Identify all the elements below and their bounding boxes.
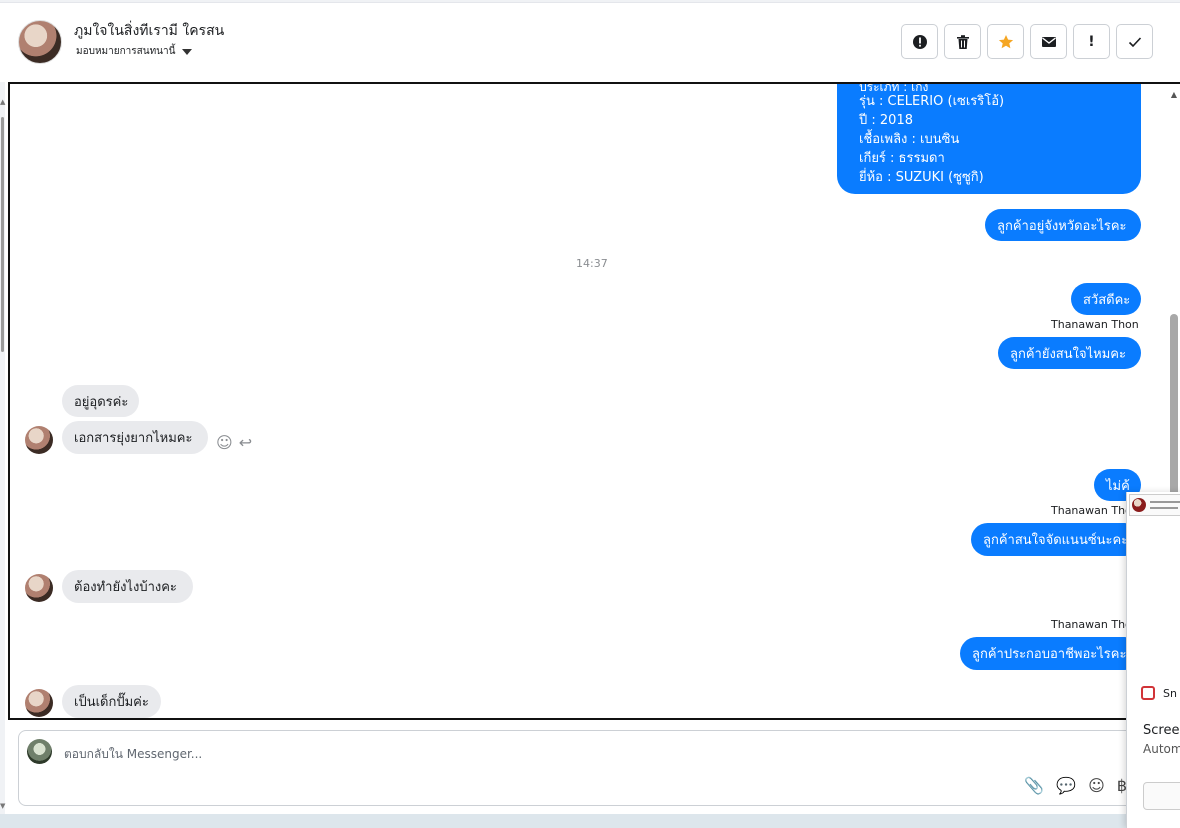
chevron-down-icon [182, 48, 193, 55]
message-actions: ☺ ↩ [216, 433, 252, 452]
outgoing-message: สวัสดีคะ [1071, 283, 1141, 315]
snipping-tool-notification[interactable]: Sn Screer Autom [1126, 492, 1180, 828]
emoji-react-icon[interactable]: ☺ [216, 433, 233, 452]
follow-up-button[interactable]: ! [1073, 24, 1110, 59]
contact-name: ภูมใจในสิ่งทีเรามี ใครสน [74, 23, 225, 39]
car-details-message: ประเภท : เก๋ง รุ่น : CELERIO (เซเรริโอ้)… [837, 82, 1141, 194]
car-details-line: เชื้อเพลิง : เบนซิน [859, 132, 960, 147]
reply-input[interactable]: ตอบกลับใน Messenger... [64, 745, 202, 764]
message-thread[interactable]: ประเภท : เก๋ง รุ่น : CELERIO (เซเรริโอ้)… [8, 82, 1180, 720]
page-avatar [27, 739, 52, 764]
scroll-down-arrow-icon[interactable]: ▼ [0, 802, 5, 810]
conversation-header: ภูมใจในสิ่งทีเรามี ใครสน มอบหมายการสนทนา… [8, 4, 1178, 82]
assign-label: มอบหมายการสนทนานี้ [76, 46, 176, 57]
bottom-bar [0, 814, 1180, 828]
car-details-line: ยี่ห้อ : SUZUKI (ซูซูกิ) [859, 170, 984, 185]
incoming-message: ต้องทำยังไงบ้างคะ [62, 570, 193, 603]
contact-avatar-small [25, 426, 53, 454]
star-button[interactable] [987, 24, 1024, 59]
top-border [0, 0, 1180, 3]
contact-avatar-small [25, 574, 53, 602]
snip-app-name: Sn [1163, 686, 1177, 700]
notification-subtitle: Autom [1143, 742, 1180, 756]
outgoing-message: ลูกค้าอยู่จังหวัดอะไรคะ [985, 209, 1141, 241]
report-button[interactable] [901, 24, 938, 59]
snip-app-label: Sn [1141, 686, 1177, 700]
thumbnail-avatar [1132, 498, 1146, 512]
saved-replies-icon[interactable]: 💬 [1056, 776, 1076, 795]
scroll-up-arrow-icon[interactable]: ▲ [0, 98, 5, 106]
exclaim-icon: ! [1088, 33, 1095, 50]
attachment-icon[interactable]: 📎 [1024, 776, 1044, 795]
header-actions: ! [901, 24, 1153, 59]
star-icon [998, 34, 1013, 48]
incoming-message: เป็นเด็กปั๊มค่ะ [62, 685, 161, 718]
mail-icon [1041, 36, 1056, 47]
scroll-up-arrow-icon[interactable]: ▲ [1171, 90, 1177, 99]
sender-name: Thanawan Thon [1051, 318, 1139, 331]
car-details-line: รุ่น : CELERIO (เซเรริโอ้) [859, 94, 1005, 109]
incoming-message: อยู่อุดรค่ะ [62, 385, 139, 417]
car-details-line: เกียร์ : ธรรมดา [859, 151, 945, 166]
reply-composer[interactable]: ตอบกลับใน Messenger... 📎 💬 ☺ ฿ [18, 730, 1138, 806]
left-scrollbar[interactable]: ▲ ▼ [0, 82, 5, 822]
contact-avatar-small [25, 689, 53, 717]
composer-tools: 📎 💬 ☺ ฿ [1024, 776, 1127, 795]
mark-done-button[interactable] [1116, 24, 1153, 59]
check-icon [1128, 36, 1141, 47]
emoji-icon[interactable]: ☺ [1088, 776, 1105, 795]
page: ▲ ▼ ภูมใจในสิ่งทีเรามี ใครสน มอบหมายการส… [0, 0, 1180, 828]
thumbnail-line [1150, 501, 1180, 503]
car-details-line: ปี : 2018 [859, 113, 913, 128]
incoming-message: เอกสารยุ่งยากไหมคะ [62, 421, 208, 454]
thumbnail-line [1150, 507, 1178, 509]
outgoing-message: ลูกค้าประกอบอาชีพอะไรคะ [960, 637, 1141, 670]
assign-conversation-dropdown[interactable]: มอบหมายการสนทนานี้ [76, 44, 193, 59]
reply-icon[interactable]: ↩ [239, 433, 252, 452]
outgoing-message: ลูกค้าสนใจจัดแนนซ์นะคะ [971, 523, 1141, 556]
notification-action-button[interactable] [1143, 782, 1180, 810]
message-timestamp: 14:37 [576, 257, 608, 270]
contact-avatar[interactable] [18, 20, 62, 64]
snipping-tool-icon [1141, 686, 1155, 700]
alert-circle-icon [912, 34, 927, 49]
mark-unread-button[interactable] [1030, 24, 1067, 59]
delete-button[interactable] [944, 24, 981, 59]
screenshot-thumbnail[interactable] [1129, 494, 1180, 516]
car-details-line: ประเภท : เก๋ง [859, 82, 929, 92]
left-scroll-thumb[interactable] [1, 117, 4, 352]
trash-icon [956, 34, 969, 49]
outgoing-message: ลูกค้ายังสนใจไหมคะ [998, 337, 1141, 369]
notification-title: Screer [1143, 723, 1180, 738]
